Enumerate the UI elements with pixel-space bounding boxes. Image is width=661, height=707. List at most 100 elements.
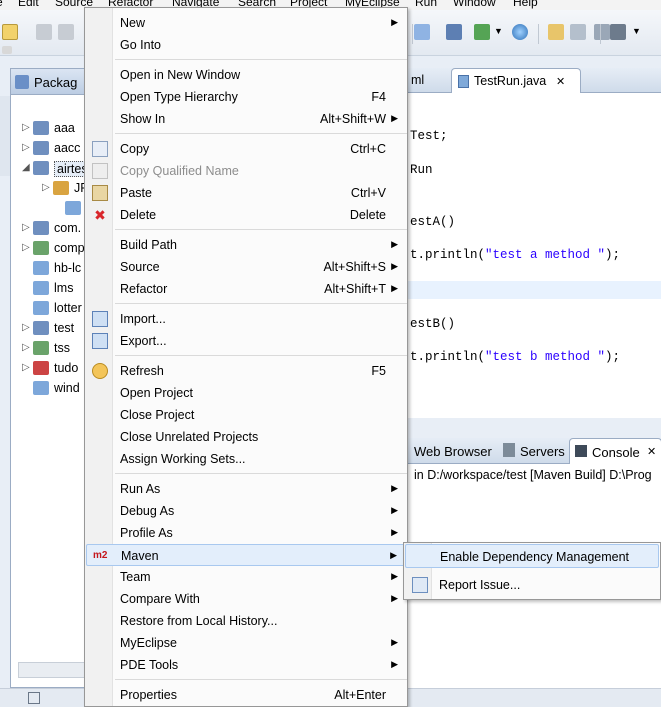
tree-item[interactable]: ▷ comp bbox=[11, 238, 91, 258]
menu-item-profile-as[interactable]: Profile As ▶ bbox=[86, 522, 406, 544]
menu-item-report-issue[interactable]: Report Issue... bbox=[405, 573, 659, 597]
menu-item-team[interactable]: Team ▶ bbox=[86, 566, 406, 588]
console-tab-bar: Web Browser Servers Console ✕ bbox=[401, 438, 661, 464]
menubar-item[interactable]: Run bbox=[415, 0, 437, 9]
expand-arrow-icon[interactable]: ▷ bbox=[22, 222, 30, 233]
tree-item[interactable]: ▷ com. bbox=[11, 218, 91, 238]
menu-item-copy[interactable]: Copy Ctrl+C bbox=[86, 138, 406, 160]
menu-item-pde-tools[interactable]: PDE Tools ▶ bbox=[86, 654, 406, 676]
save-icon[interactable] bbox=[36, 24, 52, 40]
menu-item-source[interactable]: Source Alt+Shift+S ▶ bbox=[86, 256, 406, 278]
package-explorer-tab[interactable]: Packag bbox=[11, 69, 91, 95]
submenu-arrow-icon: ▶ bbox=[391, 505, 398, 515]
run-icon[interactable] bbox=[474, 24, 490, 40]
expand-arrow-icon[interactable]: ▷ bbox=[22, 342, 30, 353]
code-editor[interactable]: ml TestRun.java ✕ Test; Run estA() t.pri… bbox=[400, 68, 661, 418]
open-folder-icon[interactable] bbox=[548, 24, 564, 40]
expand-arrow-icon[interactable]: ▷ bbox=[22, 242, 30, 253]
menu-item-refactor[interactable]: Refactor Alt+Shift+T ▶ bbox=[86, 278, 406, 300]
tree-item[interactable]: lms bbox=[11, 278, 91, 298]
import-icon bbox=[92, 311, 108, 327]
new-icon[interactable] bbox=[2, 24, 18, 40]
hierarchy-icon[interactable] bbox=[446, 24, 462, 40]
menu-item-shortcut: Ctrl+V bbox=[350, 186, 386, 200]
tree-item[interactable]: hb-lc bbox=[11, 258, 91, 278]
tree-item[interactable]: sr bbox=[11, 198, 96, 218]
menu-item-go-into[interactable]: Go Into bbox=[86, 34, 406, 56]
expand-arrow-icon[interactable]: ▷ bbox=[22, 322, 30, 333]
menu-item-shortcut: F4 bbox=[371, 90, 386, 104]
print-icon[interactable] bbox=[58, 24, 74, 40]
menu-item-delete[interactable]: ✖ Delete Delete bbox=[86, 204, 406, 226]
search-icon[interactable] bbox=[414, 24, 430, 40]
menu-item-build-path[interactable]: Build Path ▶ bbox=[86, 234, 406, 256]
fast-view-icon[interactable] bbox=[28, 692, 40, 704]
tree-item[interactable]: ▷ test bbox=[11, 318, 91, 338]
menu-item-label: MyEclipse bbox=[120, 636, 177, 650]
editor-tab-xml[interactable]: ml bbox=[401, 68, 451, 93]
file-icon[interactable] bbox=[570, 24, 586, 40]
submenu-arrow-icon: ▶ bbox=[391, 637, 398, 647]
chevron-down-icon[interactable]: ▼ bbox=[494, 26, 503, 36]
tree-item[interactable]: ◢ airtes bbox=[11, 158, 91, 178]
horizontal-scrollbar[interactable] bbox=[18, 662, 86, 678]
menu-item-label: Report Issue... bbox=[439, 578, 521, 592]
tree-item[interactable]: ▷ tss bbox=[11, 338, 91, 358]
menu-item-restore-from-local-history[interactable]: Restore from Local History... bbox=[86, 610, 406, 632]
menu-item-close-unrelated-projects[interactable]: Close Unrelated Projects bbox=[86, 426, 406, 448]
tab-console[interactable]: Console ✕ bbox=[569, 438, 661, 464]
submenu-arrow-icon: ▶ bbox=[391, 571, 398, 581]
close-icon[interactable]: ✕ bbox=[647, 445, 656, 458]
menubar-item[interactable]: e bbox=[0, 0, 3, 9]
tree-item[interactable]: ▷ aacc bbox=[11, 138, 91, 158]
menu-item-export[interactable]: Export... bbox=[86, 330, 406, 352]
tree-item[interactable]: ▷ aaa bbox=[11, 118, 91, 138]
menubar-item[interactable]: Window bbox=[453, 0, 496, 9]
menu-item-debug-as[interactable]: Debug As ▶ bbox=[86, 500, 406, 522]
camera-icon[interactable] bbox=[610, 24, 626, 40]
expand-arrow-icon[interactable]: ▷ bbox=[22, 362, 30, 373]
menu-item-import[interactable]: Import... bbox=[86, 308, 406, 330]
code-line: t.println("test b method "); bbox=[410, 350, 621, 364]
tab-servers[interactable]: Servers bbox=[520, 444, 565, 459]
expand-arrow-icon[interactable]: ▷ bbox=[22, 122, 30, 133]
export-icon bbox=[92, 333, 108, 349]
close-icon[interactable]: ✕ bbox=[556, 75, 565, 88]
report-issue-icon bbox=[412, 577, 428, 593]
menu-item-open-project[interactable]: Open Project bbox=[86, 382, 406, 404]
tree-item[interactable]: wind bbox=[11, 378, 91, 398]
menu-item-close-project[interactable]: Close Project bbox=[86, 404, 406, 426]
menu-item-myeclipse[interactable]: MyEclipse ▶ bbox=[86, 632, 406, 654]
menu-item-open-type-hierarchy[interactable]: Open Type Hierarchy F4 bbox=[86, 86, 406, 108]
chevron-down-icon[interactable]: ▼ bbox=[632, 26, 641, 36]
expand-arrow-icon[interactable]: ▷ bbox=[42, 182, 50, 193]
collapse-arrow-icon[interactable]: ◢ bbox=[22, 162, 30, 173]
menu-item-paste[interactable]: Paste Ctrl+V bbox=[86, 182, 406, 204]
menubar-item[interactable]: Edit bbox=[18, 0, 39, 9]
folder-icon bbox=[33, 381, 49, 395]
tree-item[interactable]: ▷ tudo bbox=[11, 358, 91, 378]
menu-item-compare-with[interactable]: Compare With ▶ bbox=[86, 588, 406, 610]
menu-item-assign-working-sets[interactable]: Assign Working Sets... bbox=[86, 448, 406, 470]
menu-item-show-in[interactable]: Show In Alt+Shift+W ▶ bbox=[86, 108, 406, 130]
menu-item-enable-dependency-management[interactable]: Enable Dependency Management bbox=[405, 544, 659, 568]
expand-arrow-icon[interactable]: ▷ bbox=[22, 142, 30, 153]
menubar-item[interactable]: Help bbox=[513, 0, 538, 9]
menu-item-refresh[interactable]: Refresh F5 bbox=[86, 360, 406, 382]
tab-web-browser[interactable]: Web Browser bbox=[414, 444, 492, 459]
menu-item-open-in-new-window[interactable]: Open in New Window bbox=[86, 64, 406, 86]
tree-item[interactable]: lotter bbox=[11, 298, 91, 318]
menu-item-properties[interactable]: Properties Alt+Enter bbox=[86, 684, 406, 706]
menu-item-label: Build Path bbox=[120, 238, 177, 252]
toolbar-icon[interactable] bbox=[2, 46, 12, 54]
menu-item-label: Go Into bbox=[120, 38, 161, 52]
menu-item-label: Close Project bbox=[120, 408, 195, 422]
menu-item-run-as[interactable]: Run As ▶ bbox=[86, 478, 406, 500]
menu-item-label: Import... bbox=[120, 312, 166, 326]
menu-item-new[interactable]: New ▶ bbox=[86, 12, 406, 34]
globe-icon[interactable] bbox=[512, 24, 528, 40]
menu-item-maven[interactable]: m2 Maven ▶ bbox=[86, 544, 406, 566]
tree-item[interactable]: ▷ JF bbox=[11, 178, 91, 198]
back-icon[interactable] bbox=[594, 24, 610, 40]
editor-tab-testrun[interactable]: TestRun.java ✕ bbox=[451, 68, 581, 93]
